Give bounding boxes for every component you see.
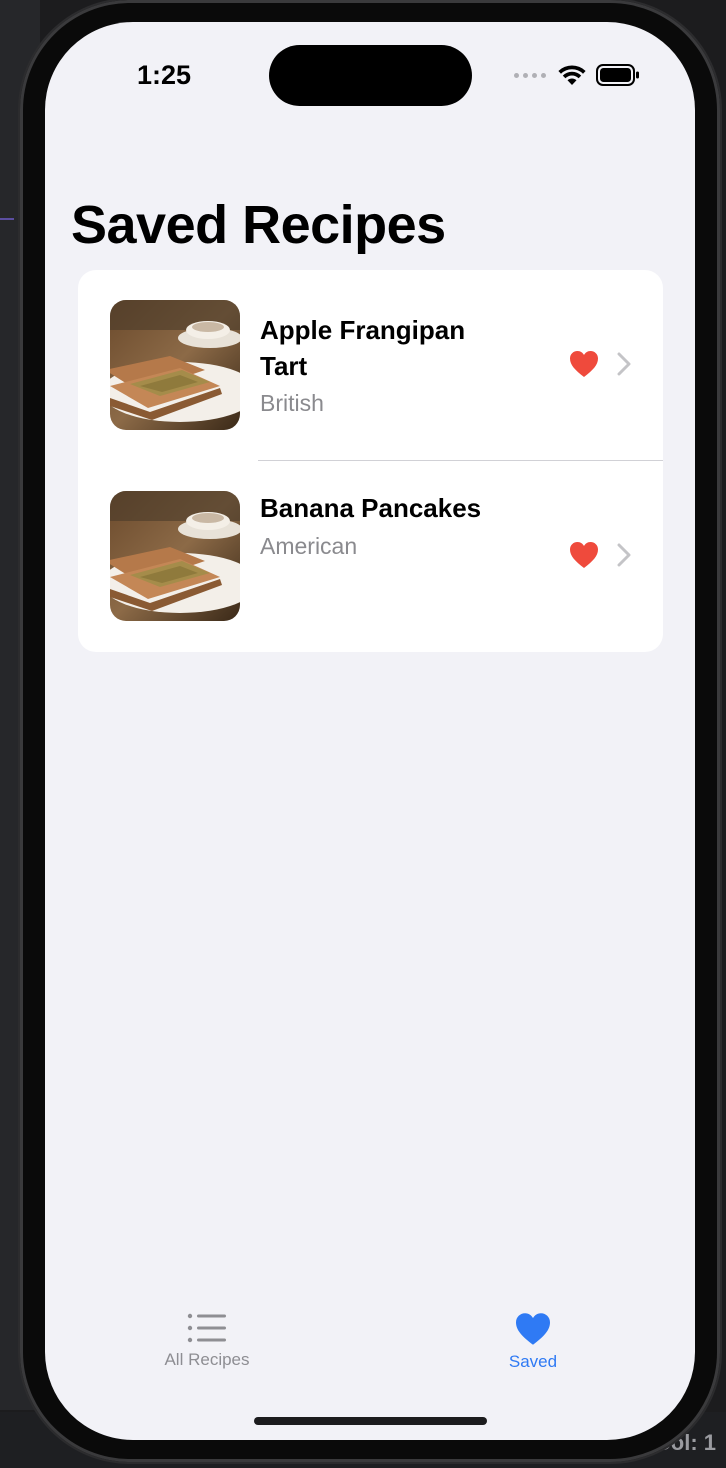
battery-icon bbox=[596, 64, 639, 86]
page-title: Saved Recipes bbox=[71, 195, 446, 255]
list-item[interactable]: Banana Pancakes American bbox=[78, 461, 663, 651]
tab-label: All Recipes bbox=[164, 1350, 250, 1369]
tab-saved[interactable]: Saved bbox=[453, 1312, 613, 1372]
phone-screen: 1:25 Saved Recipes Apple Frangipan Tart … bbox=[45, 22, 695, 1440]
chevron-right-icon bbox=[617, 352, 631, 376]
dynamic-island bbox=[269, 45, 472, 106]
status-indicators bbox=[514, 64, 640, 86]
saved-recipes-list: Apple Frangipan Tart British Banana Panc… bbox=[78, 270, 663, 652]
recipe-name: Banana Pancakes bbox=[260, 493, 482, 523]
wifi-icon bbox=[558, 65, 586, 85]
recipe-cuisine: American bbox=[260, 533, 358, 559]
status-time: 1:25 bbox=[137, 60, 192, 90]
ide-marker bbox=[0, 218, 14, 220]
recipe-name: Apple Frangipan Tart bbox=[260, 315, 466, 381]
phone-frame: 1:25 Saved Recipes Apple Frangipan Tart … bbox=[20, 0, 720, 1462]
heart-icon bbox=[516, 1313, 550, 1345]
recipe-thumbnail bbox=[110, 491, 240, 621]
recipe-thumbnail bbox=[110, 300, 240, 430]
tab-label: Saved bbox=[508, 1352, 558, 1371]
list-icon bbox=[187, 1313, 226, 1343]
tab-all-recipes[interactable]: All Recipes bbox=[127, 1312, 287, 1370]
list-item[interactable]: Apple Frangipan Tart British bbox=[78, 270, 663, 460]
home-indicator[interactable] bbox=[254, 1417, 487, 1425]
heart-icon[interactable] bbox=[569, 350, 599, 378]
heart-icon[interactable] bbox=[569, 541, 599, 569]
recipe-cuisine: British bbox=[260, 390, 324, 416]
chevron-right-icon bbox=[617, 543, 631, 567]
signal-dots-icon bbox=[514, 72, 546, 78]
